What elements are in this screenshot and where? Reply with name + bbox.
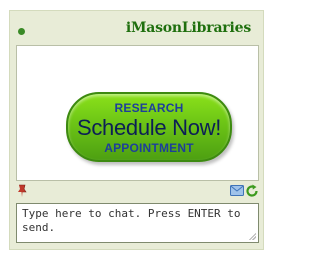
chat-widget: iMasonLibraries RESEARCH Schedule Now! A… [9,10,264,250]
status-indicator [18,28,25,35]
widget-title: iMasonLibraries [125,20,251,36]
pin-icon[interactable] [16,184,28,198]
email-icon[interactable] [230,185,244,196]
chat-toolbar [16,184,259,198]
resize-grip[interactable] [248,232,256,240]
refresh-icon[interactable] [246,184,259,198]
chat-input[interactable] [17,204,258,242]
chat-display-area: RESEARCH Schedule Now! APPOINTMENT [16,45,259,181]
chat-input-container [16,203,259,243]
button-main-label: Schedule Now! [76,115,222,140]
button-top-label: RESEARCH [114,101,184,115]
button-bottom-label: APPOINTMENT [104,141,194,155]
schedule-appointment-button[interactable]: RESEARCH Schedule Now! APPOINTMENT [66,92,232,162]
